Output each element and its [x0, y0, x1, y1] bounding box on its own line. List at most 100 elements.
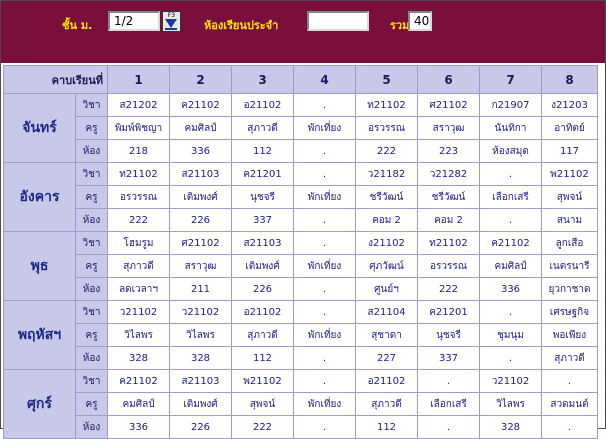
- schedule-cell[interactable]: 223: [417, 139, 480, 163]
- schedule-cell[interactable]: ท21102: [107, 162, 170, 186]
- schedule-cell[interactable]: 222: [107, 208, 170, 232]
- schedule-cell[interactable]: สุพจน์: [541, 185, 598, 209]
- schedule-cell[interactable]: 336: [479, 277, 542, 301]
- schedule-cell[interactable]: .: [293, 346, 356, 370]
- schedule-cell[interactable]: 226: [231, 277, 294, 301]
- schedule-cell[interactable]: สุภาวดี: [541, 346, 598, 370]
- schedule-cell[interactable]: ลดเวลาฯ: [107, 277, 170, 301]
- schedule-cell[interactable]: 222: [231, 415, 294, 439]
- schedule-cell[interactable]: อ21102: [231, 93, 294, 117]
- schedule-cell[interactable]: คมศิลป์: [107, 392, 170, 416]
- schedule-cell[interactable]: .: [293, 231, 356, 255]
- schedule-cell[interactable]: 328: [479, 415, 542, 439]
- schedule-cell[interactable]: .: [293, 208, 356, 232]
- schedule-cell[interactable]: พักเที่ยง: [293, 323, 356, 347]
- schedule-cell[interactable]: .: [479, 300, 542, 324]
- homeroom-input[interactable]: [307, 11, 369, 31]
- schedule-cell[interactable]: 112: [231, 346, 294, 370]
- f3-lookup-button[interactable]: F3: [162, 11, 181, 32]
- schedule-cell[interactable]: ศ21102: [169, 231, 232, 255]
- schedule-cell[interactable]: สุภาวดี: [107, 254, 170, 278]
- schedule-cell[interactable]: ส21103: [231, 231, 294, 255]
- schedule-cell[interactable]: โฮมรูม: [107, 231, 170, 255]
- schedule-cell[interactable]: ง21203: [541, 93, 598, 117]
- schedule-cell[interactable]: ว21102: [479, 369, 542, 393]
- schedule-cell[interactable]: นุชจรี: [417, 323, 480, 347]
- schedule-cell[interactable]: 337: [231, 208, 294, 232]
- schedule-cell[interactable]: ศุภวัฒน์: [355, 254, 418, 278]
- schedule-cell[interactable]: พอเพียง: [541, 323, 598, 347]
- schedule-cell[interactable]: สนาม: [541, 208, 598, 232]
- schedule-cell[interactable]: พักเที่ยง: [293, 392, 356, 416]
- schedule-cell[interactable]: 222: [355, 139, 418, 163]
- schedule-cell[interactable]: วิไลพร: [169, 323, 232, 347]
- schedule-cell[interactable]: .: [479, 162, 542, 186]
- schedule-cell[interactable]: เติมพงศ์: [169, 392, 232, 416]
- schedule-cell[interactable]: นันทิกา: [479, 116, 542, 140]
- schedule-cell[interactable]: ห้องสมุด: [479, 139, 542, 163]
- schedule-cell[interactable]: สุพจน์: [231, 392, 294, 416]
- schedule-cell[interactable]: 112: [355, 415, 418, 439]
- schedule-cell[interactable]: 227: [355, 346, 418, 370]
- schedule-cell[interactable]: ท21102: [417, 231, 480, 255]
- schedule-cell[interactable]: .: [417, 369, 480, 393]
- schedule-cell[interactable]: ยุวกาชาด: [541, 277, 598, 301]
- schedule-cell[interactable]: สุภาวดี: [231, 323, 294, 347]
- schedule-cell[interactable]: ค21201: [231, 162, 294, 186]
- schedule-cell[interactable]: ลูกเสือ: [541, 231, 598, 255]
- schedule-cell[interactable]: ว21282: [417, 162, 480, 186]
- schedule-cell[interactable]: 226: [169, 208, 232, 232]
- schedule-cell[interactable]: .: [541, 369, 598, 393]
- schedule-cell[interactable]: สวดมนต์: [541, 392, 598, 416]
- schedule-cell[interactable]: ว21102: [169, 300, 232, 324]
- schedule-cell[interactable]: .: [541, 415, 598, 439]
- schedule-cell[interactable]: ชรีวัฒน์: [417, 185, 480, 209]
- schedule-cell[interactable]: สุภาวดี: [231, 116, 294, 140]
- schedule-cell[interactable]: ส21103: [169, 369, 232, 393]
- schedule-cell[interactable]: ส21103: [169, 162, 232, 186]
- schedule-cell[interactable]: เลือกเสรี: [417, 392, 480, 416]
- schedule-cell[interactable]: ค21102: [479, 231, 542, 255]
- schedule-cell[interactable]: พักเที่ยง: [293, 254, 356, 278]
- schedule-cell[interactable]: .: [293, 415, 356, 439]
- schedule-cell[interactable]: 222: [417, 277, 480, 301]
- schedule-cell[interactable]: ส21202: [107, 93, 170, 117]
- schedule-cell[interactable]: คอม 2: [417, 208, 480, 232]
- level-input[interactable]: 1/2: [108, 11, 160, 31]
- schedule-cell[interactable]: 337: [417, 346, 480, 370]
- schedule-cell[interactable]: สราวุฒ: [169, 254, 232, 278]
- schedule-cell[interactable]: .: [293, 277, 356, 301]
- schedule-cell[interactable]: .: [417, 415, 480, 439]
- schedule-cell[interactable]: ค21201: [417, 300, 480, 324]
- schedule-cell[interactable]: 328: [169, 346, 232, 370]
- schedule-cell[interactable]: .: [293, 369, 356, 393]
- schedule-cell[interactable]: คอม 2: [355, 208, 418, 232]
- schedule-cell[interactable]: .: [293, 162, 356, 186]
- schedule-cell[interactable]: พ21102: [541, 162, 598, 186]
- schedule-cell[interactable]: สุชาดา: [355, 323, 418, 347]
- schedule-cell[interactable]: ศูนย์ฯ: [355, 277, 418, 301]
- schedule-cell[interactable]: อรวรรณ: [107, 185, 170, 209]
- schedule-cell[interactable]: อาทิตย์: [541, 116, 598, 140]
- schedule-cell[interactable]: อรวรรณ: [417, 254, 480, 278]
- schedule-cell[interactable]: อรวรรณ: [355, 116, 418, 140]
- schedule-cell[interactable]: ท21102: [355, 93, 418, 117]
- schedule-cell[interactable]: นุชจรี: [231, 185, 294, 209]
- schedule-cell[interactable]: สุภาวดี: [355, 392, 418, 416]
- schedule-cell[interactable]: 112: [231, 139, 294, 163]
- schedule-cell[interactable]: ศ21102: [417, 93, 480, 117]
- schedule-cell[interactable]: เนตรนารี: [541, 254, 598, 278]
- schedule-cell[interactable]: 328: [107, 346, 170, 370]
- schedule-cell[interactable]: ว21182: [355, 162, 418, 186]
- schedule-cell[interactable]: 211: [169, 277, 232, 301]
- schedule-cell[interactable]: 336: [169, 139, 232, 163]
- schedule-cell[interactable]: พ21102: [231, 369, 294, 393]
- schedule-cell[interactable]: วิไลพร: [479, 392, 542, 416]
- schedule-cell[interactable]: ค21102: [107, 369, 170, 393]
- schedule-cell[interactable]: ส21104: [355, 300, 418, 324]
- schedule-cell[interactable]: พักเที่ยง: [293, 185, 356, 209]
- schedule-cell[interactable]: วิไลพร: [107, 323, 170, 347]
- schedule-cell[interactable]: คมศิลป์: [169, 116, 232, 140]
- schedule-cell[interactable]: 117: [541, 139, 598, 163]
- schedule-cell[interactable]: ง21102: [355, 231, 418, 255]
